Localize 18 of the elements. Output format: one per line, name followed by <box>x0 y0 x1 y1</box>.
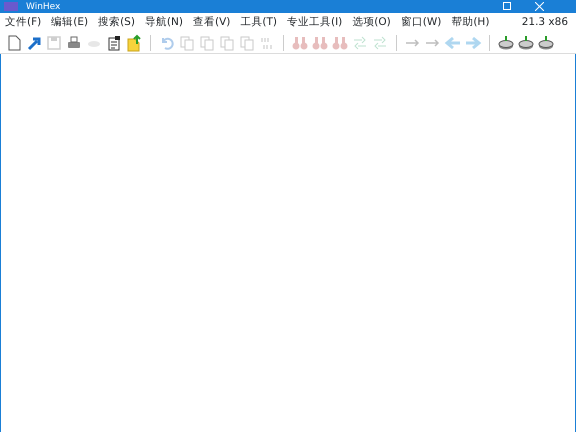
menu-item[interactable]: 选项(O) <box>347 13 396 32</box>
drive-icon[interactable] <box>537 34 555 52</box>
menu-item[interactable]: 文件(F) <box>0 13 46 32</box>
menu-item[interactable]: 窗口(W) <box>396 13 446 32</box>
drive-icon[interactable] <box>517 34 535 52</box>
menu-item[interactable]: 编辑(E) <box>46 13 94 32</box>
version-label: 21.3 x86 <box>522 14 569 30</box>
menu-item[interactable]: 工具(T) <box>235 13 282 32</box>
menu-item[interactable]: 导航(N) <box>140 13 188 32</box>
app-icon <box>4 2 18 11</box>
menu-item[interactable]: 查看(V) <box>188 13 236 32</box>
menu-item[interactable]: 专业工具(I) <box>282 13 348 32</box>
menu-item[interactable]: 搜索(S) <box>93 13 140 32</box>
maximize-icon[interactable] <box>503 2 511 10</box>
menu-item[interactable]: 帮助(H) <box>446 13 494 32</box>
close-icon[interactable] <box>535 2 544 11</box>
window-title: WinHex <box>26 0 60 12</box>
drive-icon[interactable] <box>497 34 515 52</box>
